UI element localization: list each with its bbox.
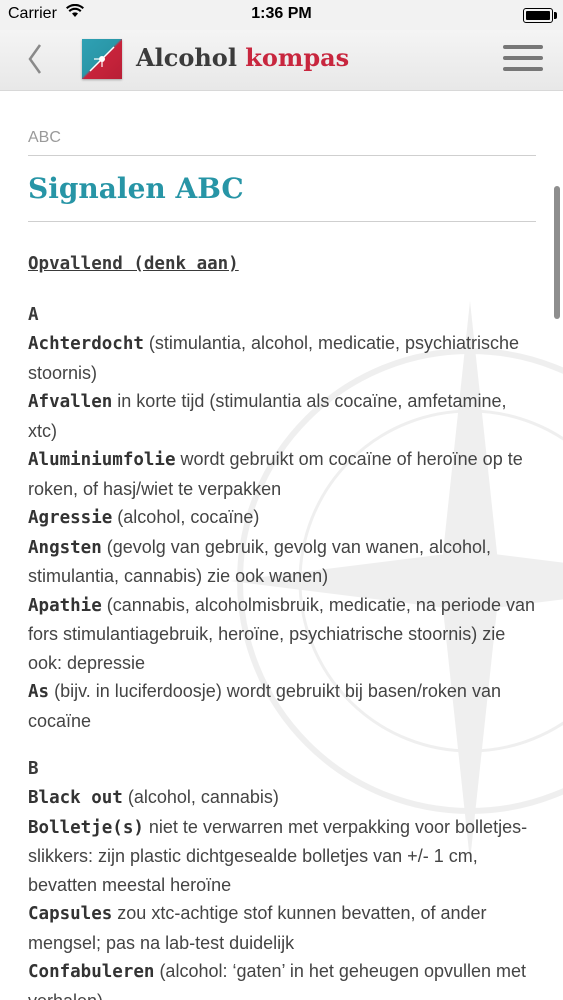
entry-description: (alcohol, cocaïne) [112,507,260,527]
breadcrumb[interactable]: ABC [28,129,535,147]
scrollbar[interactable] [554,186,560,319]
entry-term: Bolletje(s) [28,817,144,838]
entry-term: Black out [28,788,123,808]
divider [28,155,536,156]
entry-term: Confabuleren [28,962,155,982]
battery-icon [523,8,557,23]
chevron-left-icon [28,44,42,74]
glossary-entry: Capsules zou xtc-achtige stof kunnen bev… [28,899,535,957]
entry-term: Apathie [28,595,102,616]
status-bar: Carrier 1:36 PM [0,0,563,30]
group-letter: B [28,759,39,779]
entry-term: Angsten [28,537,102,558]
entry-term: Aluminiumfolie [28,450,176,470]
glossary-entry: Agressie (alcohol, cocaïne) [28,503,535,533]
glossary-entry: Achterdocht (stimulantia, alcohol, medic… [28,329,535,387]
glossary-entry: Confabuleren (alcohol: ‘gaten’ in het ge… [28,957,535,1000]
entry-term: As [28,682,50,702]
hamburger-menu-icon [503,45,543,71]
section-title: Opvallend (denk aan) [28,254,239,274]
entry-term: Agressie [28,508,113,528]
glossary-group: B Black out (alcohol, cannabis) Bolletje(s… [28,755,535,1000]
glossary-entry: Aluminiumfolie wordt gebruikt om cocaïne… [28,445,535,503]
divider [28,221,536,222]
entry-term: Afvallen [28,392,113,412]
glossary-entry: Black out (alcohol, cannabis) [28,783,535,813]
nav-bar: Alcohol kompas [0,30,563,91]
entry-term: Capsules [28,904,113,924]
entry-description: (cannabis, alcoholmisbruik, medicatie, n… [28,594,535,673]
menu-button[interactable] [503,45,543,75]
entry-description: (bijv. in luciferdoosje) wordt gebruikt … [28,681,501,731]
app-title: Alcohol kompas [136,43,350,72]
glossary-entry: Apathie (cannabis, alcoholmisbruik, medi… [28,591,535,678]
status-time: 1:36 PM [251,5,312,22]
page-title: Signalen ABC [28,172,244,205]
back-button[interactable] [22,38,52,82]
glossary-entry: Bolletje(s) niet te verwarren met verpak… [28,813,535,900]
glossary-group: A Achterdocht (stimulantia, alcohol, medi… [28,301,535,735]
entry-term: Achterdocht [28,334,144,354]
glossary-entry: As (bijv. in luciferdoosje) wordt gebrui… [28,677,535,735]
glossary-entry: Angsten (gevolg van gebruik, gevolg van … [28,533,535,591]
group-letter: A [28,305,39,325]
glossary-entry: Afvallen in korte tijd (stimulantia als … [28,387,535,445]
entry-description: (alcohol, cannabis) [122,787,279,807]
app-logo [82,39,122,79]
content-area[interactable]: ABC Signalen ABC Opvallend (denk aan) AA… [0,91,563,1000]
glossary-list: A Achterdocht (stimulantia, alcohol, medi… [28,301,535,1000]
